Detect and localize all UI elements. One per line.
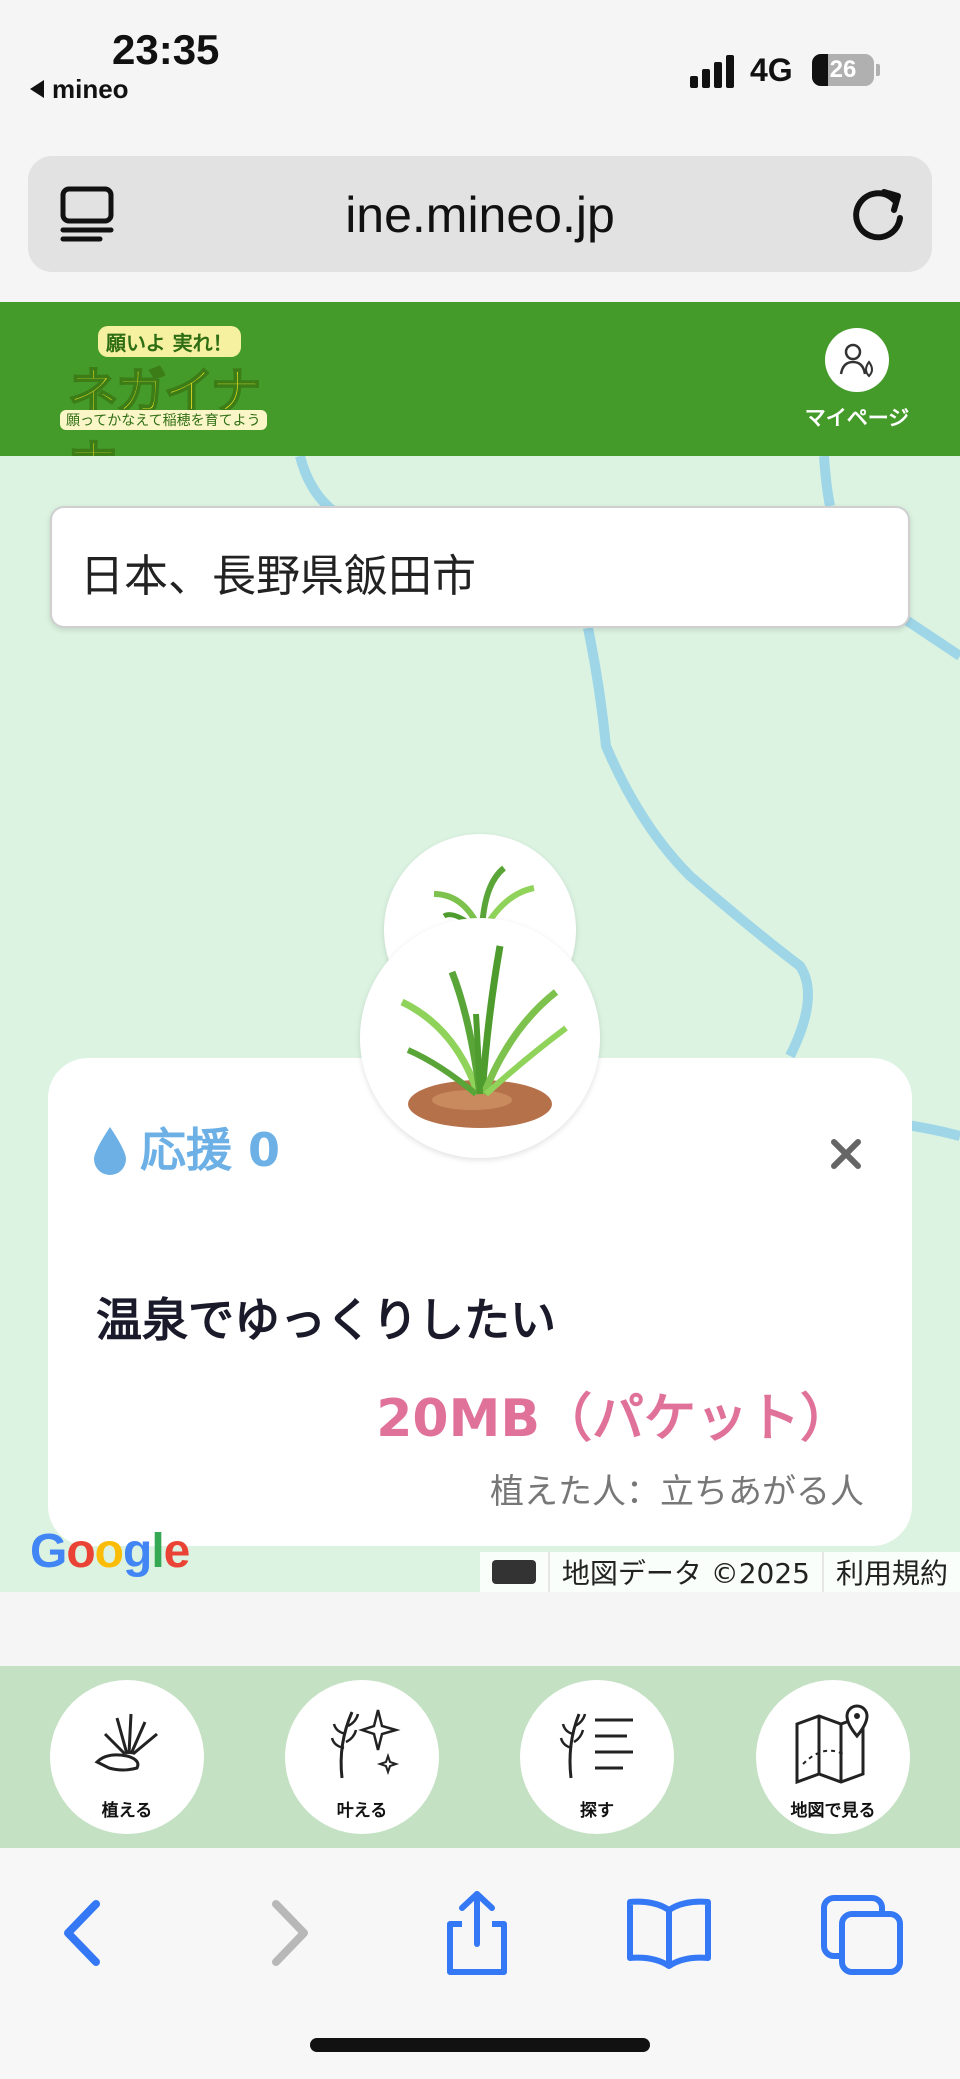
water-drop-icon [94,1126,126,1175]
status-time: 23:35 [112,26,220,73]
user-icon [825,328,889,392]
tab-overview-icon[interactable] [60,186,114,242]
rice-plant-marker-front[interactable] [360,918,600,1158]
mypage-label: マイページ [804,406,910,430]
tabs-icon[interactable] [818,1888,908,1978]
back-icon[interactable] [40,1888,130,1978]
battery-icon: 26 [812,54,874,86]
bookmarks-icon[interactable] [624,1888,714,1978]
browser-toolbar [0,1848,960,2079]
cellular-signal-icon [690,54,736,88]
battery-level: 26 [829,56,857,83]
support-count: 応援 0 [92,1114,280,1180]
mypage-button[interactable]: マイページ [800,328,914,432]
rice-list-icon [559,1713,633,1779]
map-attribution: 地図データ ©2025 利用規約 [479,1552,960,1592]
folded-map-icon [795,1704,869,1784]
google-logo: Google [30,1525,190,1578]
forward-icon[interactable] [242,1888,332,1978]
plant-label: 植える [101,1801,153,1821]
support-label: 応援 [140,1123,232,1177]
map-data-label: 地図データ ©2025 [547,1552,822,1592]
reward-amount: 20MB（パケット） [376,1389,852,1449]
back-app-label: mineo [52,74,129,104]
search-button[interactable]: 探す [520,1680,674,1834]
wish-text: 温泉でゆっくりしたい [96,1293,556,1347]
rice-sparkle-icon [330,1709,401,1779]
keyboard-icon [491,1560,536,1584]
address-bar[interactable]: ine.mineo.jp [28,156,932,272]
close-icon[interactable] [824,1132,868,1176]
grant-label: 叶える [336,1801,388,1821]
location-search-input[interactable]: 日本、長野県飯田市 [50,506,910,628]
reload-icon[interactable] [848,184,908,244]
support-number: 0 [248,1123,281,1177]
grant-button[interactable]: 叶える [285,1680,439,1834]
negainaho-logo[interactable]: 願いよ 実れ！ ネガイナホ 願ってかなえて稲穂を育てよう [50,318,300,494]
map-view[interactable]: 日本、長野県飯田市 応援 0 温泉でゆっくりしたい 20MB（パケット） 植えた… [0,456,960,1592]
search-label: 探す [580,1801,614,1821]
home-indicator [310,2038,650,2052]
plant-button[interactable]: 植える [50,1680,204,1834]
back-arrow-icon [30,80,44,99]
map-view-button[interactable]: 地図で見る [756,1680,910,1834]
share-icon[interactable] [432,1888,522,1978]
status-bar: 23:35 mineo 4G 26 [0,0,960,140]
logo-subtitle: 願ってかなえて稲穂を育てよう [60,410,267,430]
plant-icon [94,1713,158,1772]
url-text[interactable]: ine.mineo.jp [28,186,932,244]
app-header: 願いよ 実れ！ ネガイナホ 願ってかなえて稲穂を育てよう マイページ [0,302,960,494]
keyboard-shortcuts-button[interactable] [480,1552,548,1592]
network-type: 4G [750,52,793,88]
planter-name: 植えた人：立ちあがる人 [490,1472,864,1512]
map-view-label: 地図で見る [790,1801,876,1821]
back-to-app-link[interactable]: mineo [30,74,129,105]
app-toolbar: 植える 叶える 探す 地図で見る [0,1666,960,1848]
terms-link[interactable]: 利用規約 [821,1552,960,1592]
